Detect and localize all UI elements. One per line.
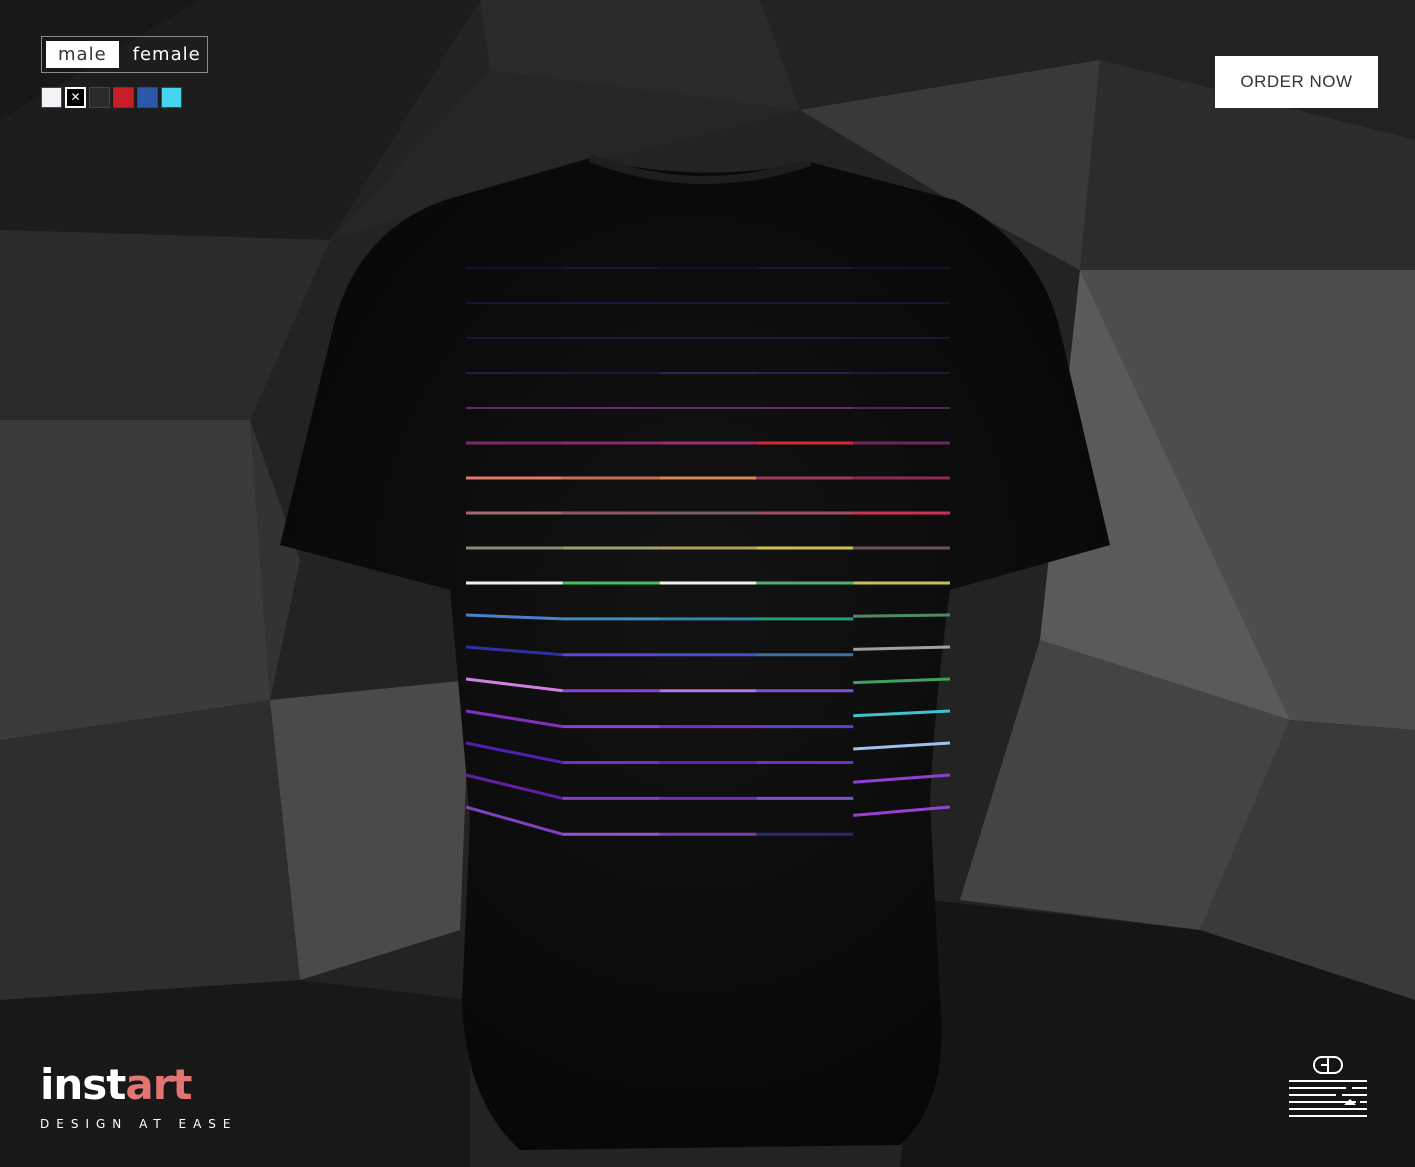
color-swatches: ✕ (41, 87, 185, 108)
color-swatch-6[interactable] (161, 87, 182, 108)
mouse-scroll-icon[interactable] (1286, 1053, 1370, 1123)
logo-text-inst: inst (40, 1060, 126, 1109)
order-now-button[interactable]: ORDER NOW (1215, 56, 1378, 108)
instart-logo: instart DESIGN AT EASE (40, 1058, 230, 1131)
gender-option-female[interactable]: female (121, 41, 213, 68)
gender-option-male[interactable]: male (46, 41, 119, 68)
color-swatch-1[interactable] (41, 87, 62, 108)
logo-wordmark: instart (40, 1058, 193, 1112)
color-swatch-5[interactable] (137, 87, 158, 108)
color-swatch-3[interactable] (89, 87, 110, 108)
tshirt-preview[interactable] (0, 0, 1415, 1167)
logo-tagline: DESIGN AT EASE (40, 1117, 238, 1131)
stripe-segment (853, 613, 951, 618)
color-swatch-2[interactable]: ✕ (65, 87, 86, 108)
logo-text-art: art (125, 1060, 192, 1109)
selected-check-icon: ✕ (70, 90, 81, 104)
gender-toggle: male female (41, 36, 208, 73)
color-swatch-4[interactable] (113, 87, 134, 108)
